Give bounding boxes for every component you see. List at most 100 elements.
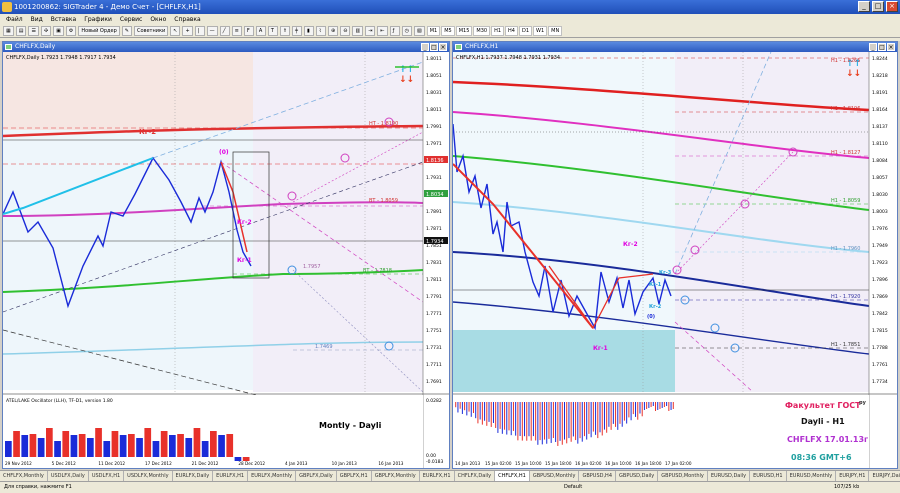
menu-item-4[interactable]: Сервис [120, 14, 142, 25]
osc-bar [606, 402, 608, 433]
chart-tab[interactable]: EURLFX,Daily [173, 471, 214, 481]
chart-tab[interactable]: GBPUSD,H4 [579, 471, 617, 481]
left-chart-titlebar[interactable]: CHFLFX,Daily _ □ × [3, 42, 449, 52]
vertical-line-tool[interactable]: | [194, 26, 205, 36]
timeframe-m5[interactable]: M5 [441, 26, 455, 36]
chart-tab[interactable]: USDLFX,Monthly [124, 471, 173, 481]
menu-item-2[interactable]: Вставка [51, 14, 76, 25]
price-tag-c: 1.7934 [426, 239, 444, 245]
timeframe-w1[interactable]: W1 [533, 26, 548, 36]
channel-tool[interactable]: ≡ [231, 26, 242, 36]
osc-bar [532, 402, 534, 437]
chart-tab[interactable]: GBPLFX,H1 [337, 471, 372, 481]
tile-windows-button[interactable]: ▥ [352, 26, 364, 36]
right-chart-window[interactable]: CHFLFX,H1 _ □ × ↑↑ ↓↓ 1.8244 1.8218 1.81… [452, 41, 898, 469]
chart-minimize-button[interactable]: _ [869, 43, 877, 51]
menu-item-6[interactable]: Справка [174, 14, 200, 25]
chart-tab[interactable]: USDLFX,Daily [48, 471, 89, 481]
chart-minimize-button[interactable]: _ [421, 43, 429, 51]
fibo-tool[interactable]: F [243, 26, 254, 36]
chart-close-button[interactable]: × [887, 43, 895, 51]
window-title: 1001200862: SIGTrader 4 - Демо Счет - [C… [14, 3, 201, 11]
arrows-tool[interactable]: ⇑ [279, 26, 291, 36]
chart-tab[interactable]: USDLFX,H1 [89, 471, 125, 481]
chart-tab[interactable]: EURUSD,Monthly [787, 471, 837, 481]
expert-advisors-button[interactable]: Советники [133, 26, 169, 36]
new-order-button[interactable]: Новый Ордер [78, 26, 120, 36]
zoom-out-button[interactable]: ⊖ [340, 26, 351, 36]
profiles-button[interactable]: ▤ [15, 26, 27, 36]
chart-tab[interactable]: GBPUSD,Monthly [658, 471, 708, 481]
menu-item-5[interactable]: Окно [150, 14, 166, 25]
price-tick: 1.8110 [872, 141, 888, 147]
osc-bar [103, 441, 111, 457]
zoom-in-button[interactable]: ⊕ [328, 26, 339, 36]
chart-maximize-button[interactable]: □ [430, 43, 438, 51]
status-profile[interactable]: Default [564, 482, 582, 493]
bar-chart-button[interactable]: ╪ [292, 26, 303, 36]
new-chart-button[interactable]: ▦ [3, 26, 14, 36]
chart-tab[interactable]: GBPLFX,Daily [296, 471, 337, 481]
trendline-tool[interactable]: ╱ [219, 26, 230, 36]
chart-tab[interactable]: CHFLFX,H1 [495, 471, 530, 481]
chart-tab[interactable]: GBPUSD,Daily [616, 471, 659, 481]
osc-bar [524, 402, 526, 437]
periods-button[interactable]: ◷ [401, 26, 412, 36]
timeframe-m1[interactable]: M1 [426, 26, 441, 36]
menu-item-1[interactable]: Вид [31, 14, 43, 25]
meta-editor-button[interactable]: ✎ [121, 26, 132, 36]
autoscroll-button[interactable]: ⇥ [365, 26, 376, 36]
chart-close-button[interactable]: × [439, 43, 447, 51]
timeframe-h4[interactable]: H4 [505, 26, 518, 36]
timeframe-h1[interactable]: H1 [491, 26, 505, 36]
chart-tab[interactable]: GBPLFX,Monthly [372, 471, 420, 481]
maximize-button[interactable]: □ [872, 1, 884, 12]
label-kr1: Кг-1 [593, 345, 608, 352]
chart-tab[interactable]: EURJPY,H1 [836, 471, 870, 481]
timeframe-m30[interactable]: M30 [473, 26, 491, 36]
chart-tab[interactable]: CHFLFX,Daily [455, 471, 496, 481]
menu-item-0[interactable]: Файл [6, 14, 23, 25]
candle-chart-button[interactable]: ▮ [304, 26, 315, 36]
right-chart-titlebar[interactable]: CHFLFX,H1 _ □ × [453, 42, 897, 52]
text-tool[interactable]: A [255, 26, 266, 36]
label-tool[interactable]: T [267, 26, 278, 36]
chart-tab[interactable]: EURUSD,H1 [750, 471, 787, 481]
left-chart-window[interactable]: CHFLFX,Daily _ □ × ↑↑ ↓↓ 1.8011 1.8051 1… [2, 41, 450, 469]
chart-tab[interactable]: CHFLFX,Monthly [0, 471, 48, 481]
left-time-axis: 29 Nov 2012 5 Dec 2012 11 Dec 2012 17 Dec 2… [5, 461, 404, 466]
chart-tab[interactable]: EURJPY,Daily [869, 471, 900, 481]
cursor-tool[interactable]: ↖ [170, 26, 181, 36]
tester-button[interactable]: ⚙ [65, 26, 77, 36]
minimize-button[interactable]: _ [858, 1, 870, 12]
price-tick: 1.8137 [872, 124, 888, 130]
chart-tab[interactable]: GBPUSD,Monthly [530, 471, 580, 481]
terminal-button[interactable]: ▣ [53, 26, 64, 36]
line-chart-button[interactable]: ⌇ [316, 26, 327, 36]
market-watch-button[interactable]: ☰ [28, 26, 39, 36]
chart-tab[interactable]: EURLFX,Monthly [248, 471, 297, 481]
status-traffic: 107/25 kb [834, 484, 860, 490]
chart-tab[interactable]: EURUSD,Daily [708, 471, 751, 481]
menu-item-3[interactable]: Графики [84, 14, 112, 25]
left-chart-canvas[interactable]: ↑↑ ↓↓ 1.80111.80511.80311.80111.79911.79… [3, 52, 449, 468]
timeframe-d1[interactable]: D1 [518, 26, 533, 36]
templates-button[interactable]: ▧ [413, 26, 425, 36]
chart-maximize-button[interactable]: □ [878, 43, 886, 51]
osc-bar [623, 402, 625, 421]
osc-bar [457, 402, 459, 413]
right-chart-canvas[interactable]: ↑↑ ↓↓ 1.82441.82181.81911.81641.81371.81… [453, 52, 897, 468]
crosshair-tool[interactable]: + [182, 26, 193, 36]
osc-bar [555, 402, 557, 442]
chart-tab[interactable]: EURLFX,H1 [420, 471, 455, 481]
timeframe-mn[interactable]: MN [548, 26, 563, 36]
timeframe-m15[interactable]: M15 [455, 26, 473, 36]
indicators-button[interactable]: ƒ [389, 26, 400, 36]
chart-tab[interactable]: EURLFX,H1 [213, 471, 249, 481]
close-button[interactable]: × [886, 1, 898, 12]
chart-shift-button[interactable]: ⇤ [377, 26, 388, 36]
navigator-button[interactable]: ✣ [40, 26, 52, 36]
osc-bar [29, 434, 37, 457]
horizontal-line-tool[interactable]: — [206, 26, 218, 36]
osc-bar [515, 402, 517, 436]
